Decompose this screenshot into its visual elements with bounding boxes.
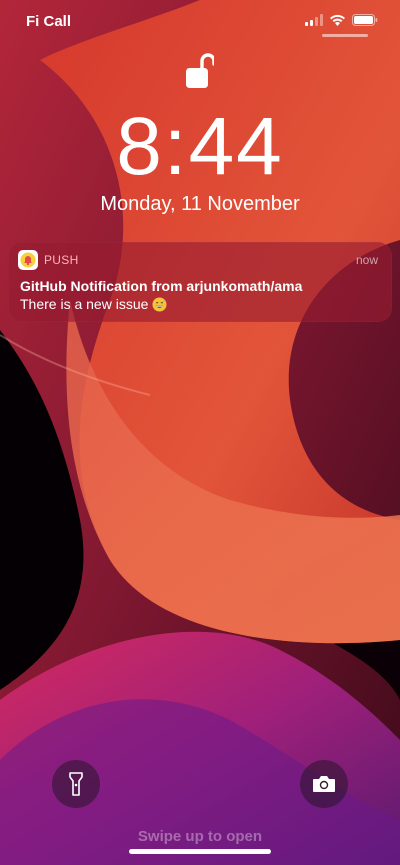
- battery-icon: [352, 14, 378, 26]
- notification-timestamp: now: [355, 253, 378, 267]
- notification-body-row: There is a new issue: [20, 296, 167, 312]
- lock-screen-date: Monday, 11 November: [100, 193, 300, 215]
- status-icons: [305, 14, 378, 26]
- flashlight-button[interactable]: [52, 760, 100, 808]
- notification-app-name: PUSH: [44, 253, 79, 267]
- notification-card[interactable]: PUSH now GitHub Notification from arjunk…: [8, 242, 392, 322]
- carrier-label: Fi Call: [26, 13, 72, 30]
- home-indicator[interactable]: [129, 849, 271, 854]
- camera-button[interactable]: [300, 760, 348, 808]
- swipe-up-hint: Swipe up to open: [137, 828, 263, 845]
- camera-icon: [313, 776, 335, 792]
- control-center-indicator[interactable]: [322, 34, 368, 37]
- lock-screen-time: 8:44: [116, 101, 284, 192]
- notification-title: GitHub Notification from arjunkomath/ama: [20, 278, 303, 294]
- notification-body: There is a new issue: [20, 296, 149, 312]
- signal-icon: [305, 14, 323, 26]
- bell-icon: [20, 252, 36, 268]
- unlocked-padlock-icon: [186, 53, 214, 88]
- grinning-sweat-emoji-icon: [152, 296, 167, 312]
- wifi-icon: [330, 14, 345, 26]
- status-bar: Fi Call: [0, 0, 400, 44]
- app-icon: [18, 250, 38, 270]
- flashlight-icon: [69, 772, 83, 796]
